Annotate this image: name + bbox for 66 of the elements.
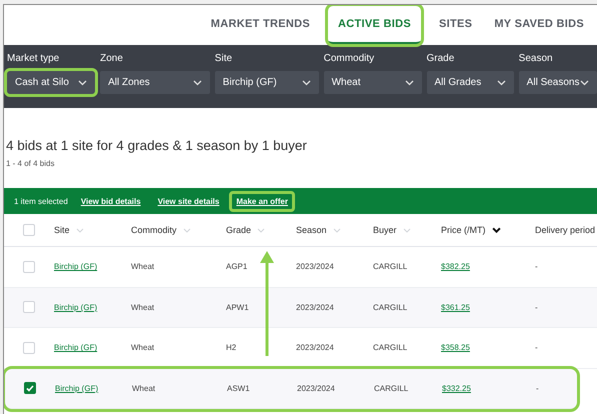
column-header[interactable]: Grade [226, 225, 252, 235]
table-cell: Wheat [132, 384, 156, 393]
table-cell: - [535, 262, 538, 272]
table-cell: - [535, 302, 538, 312]
table-cell: ASW1 [227, 384, 250, 393]
table-cell: Wheat [131, 262, 154, 272]
site-link[interactable]: Birchip (GF) [54, 262, 98, 272]
table-cell: 2023/2024 [296, 262, 334, 272]
table-cell: - [535, 343, 538, 352]
column-header[interactable]: Price (/MT) [441, 225, 486, 235]
site-link[interactable]: Birchip (GF) [55, 384, 98, 393]
filter-dropdown[interactable]: Birchip (GF) [214, 71, 319, 94]
column-header[interactable]: Delivery period [535, 225, 596, 235]
chevron-icon [302, 80, 311, 86]
column-header[interactable]: Site [54, 225, 70, 235]
table-cell: 2023/2024 [296, 302, 334, 312]
results-heading: 4 bids at 1 site for 4 grades & 1 season by 1 buyer [6, 138, 308, 153]
chevron-icon [192, 80, 202, 86]
table-cell: CARGILL [374, 384, 408, 393]
filter-label: Grade [426, 53, 456, 64]
filter-dropdown[interactable]: All Zones [100, 71, 210, 94]
table-cell: - [536, 384, 539, 393]
nav-tab[interactable]: SITES [428, 5, 484, 45]
action-link[interactable]: Make an offer [229, 190, 295, 212]
action-link[interactable]: View site details [150, 190, 226, 212]
selection-count: 1 item selected [14, 196, 68, 206]
site-link[interactable]: Birchip (GF) [54, 302, 98, 312]
table-cell: Wheat [131, 343, 154, 352]
table-cell: 2023/2024 [297, 384, 335, 393]
filter-dropdown[interactable]: Cash at Silo [7, 71, 96, 94]
table-cell: CARGILL [373, 343, 408, 352]
price-link[interactable]: $358.25 [441, 343, 470, 352]
nav-tab[interactable]: MY SAVED BIDS [483, 5, 595, 45]
table-cell: CARGILL [373, 302, 408, 312]
chevron-icon [78, 80, 88, 86]
select-all-checkbox[interactable] [23, 224, 35, 236]
table-cell: Wheat [131, 302, 154, 312]
column-header[interactable]: Buyer [373, 225, 397, 235]
chevron-icon [404, 80, 414, 86]
chevron-icon [496, 80, 506, 86]
price-link[interactable]: $361.25 [441, 302, 470, 312]
table-cell: H2 [226, 343, 236, 352]
price-link[interactable]: $332.25 [442, 384, 471, 393]
filter-dropdown[interactable]: All Grades [426, 71, 514, 94]
filter-label: Site [214, 53, 234, 64]
table-cell: CARGILL [373, 262, 408, 272]
table-cell: 2023/2024 [296, 343, 334, 352]
column-header[interactable]: Commodity [131, 225, 177, 235]
column-header[interactable]: Season [296, 225, 327, 235]
row-checkbox[interactable] [24, 382, 36, 394]
nav-tab[interactable]: ACTIVE BIDS [327, 5, 422, 45]
sort-icon[interactable] [492, 227, 500, 233]
table-cell: APW1 [226, 302, 249, 312]
chevron-icon [580, 80, 590, 86]
table-cell: AGP1 [226, 262, 248, 272]
action-link[interactable]: View bid details [74, 190, 148, 212]
filter-label: Zone [100, 53, 124, 64]
filter-label: Commodity [324, 53, 376, 64]
price-link[interactable]: $382.25 [441, 262, 470, 272]
filter-label: Market type [7, 53, 60, 64]
filter-dropdown[interactable]: Wheat [324, 71, 422, 94]
filter-label: Season [518, 53, 554, 64]
site-link[interactable]: Birchip (GF) [54, 343, 98, 352]
results-count: 1 - 4 of 4 bids [6, 159, 54, 168]
filter-dropdown[interactable]: All Seasons [518, 71, 597, 94]
nav-tab[interactable]: MARKET TRENDS [200, 5, 322, 45]
